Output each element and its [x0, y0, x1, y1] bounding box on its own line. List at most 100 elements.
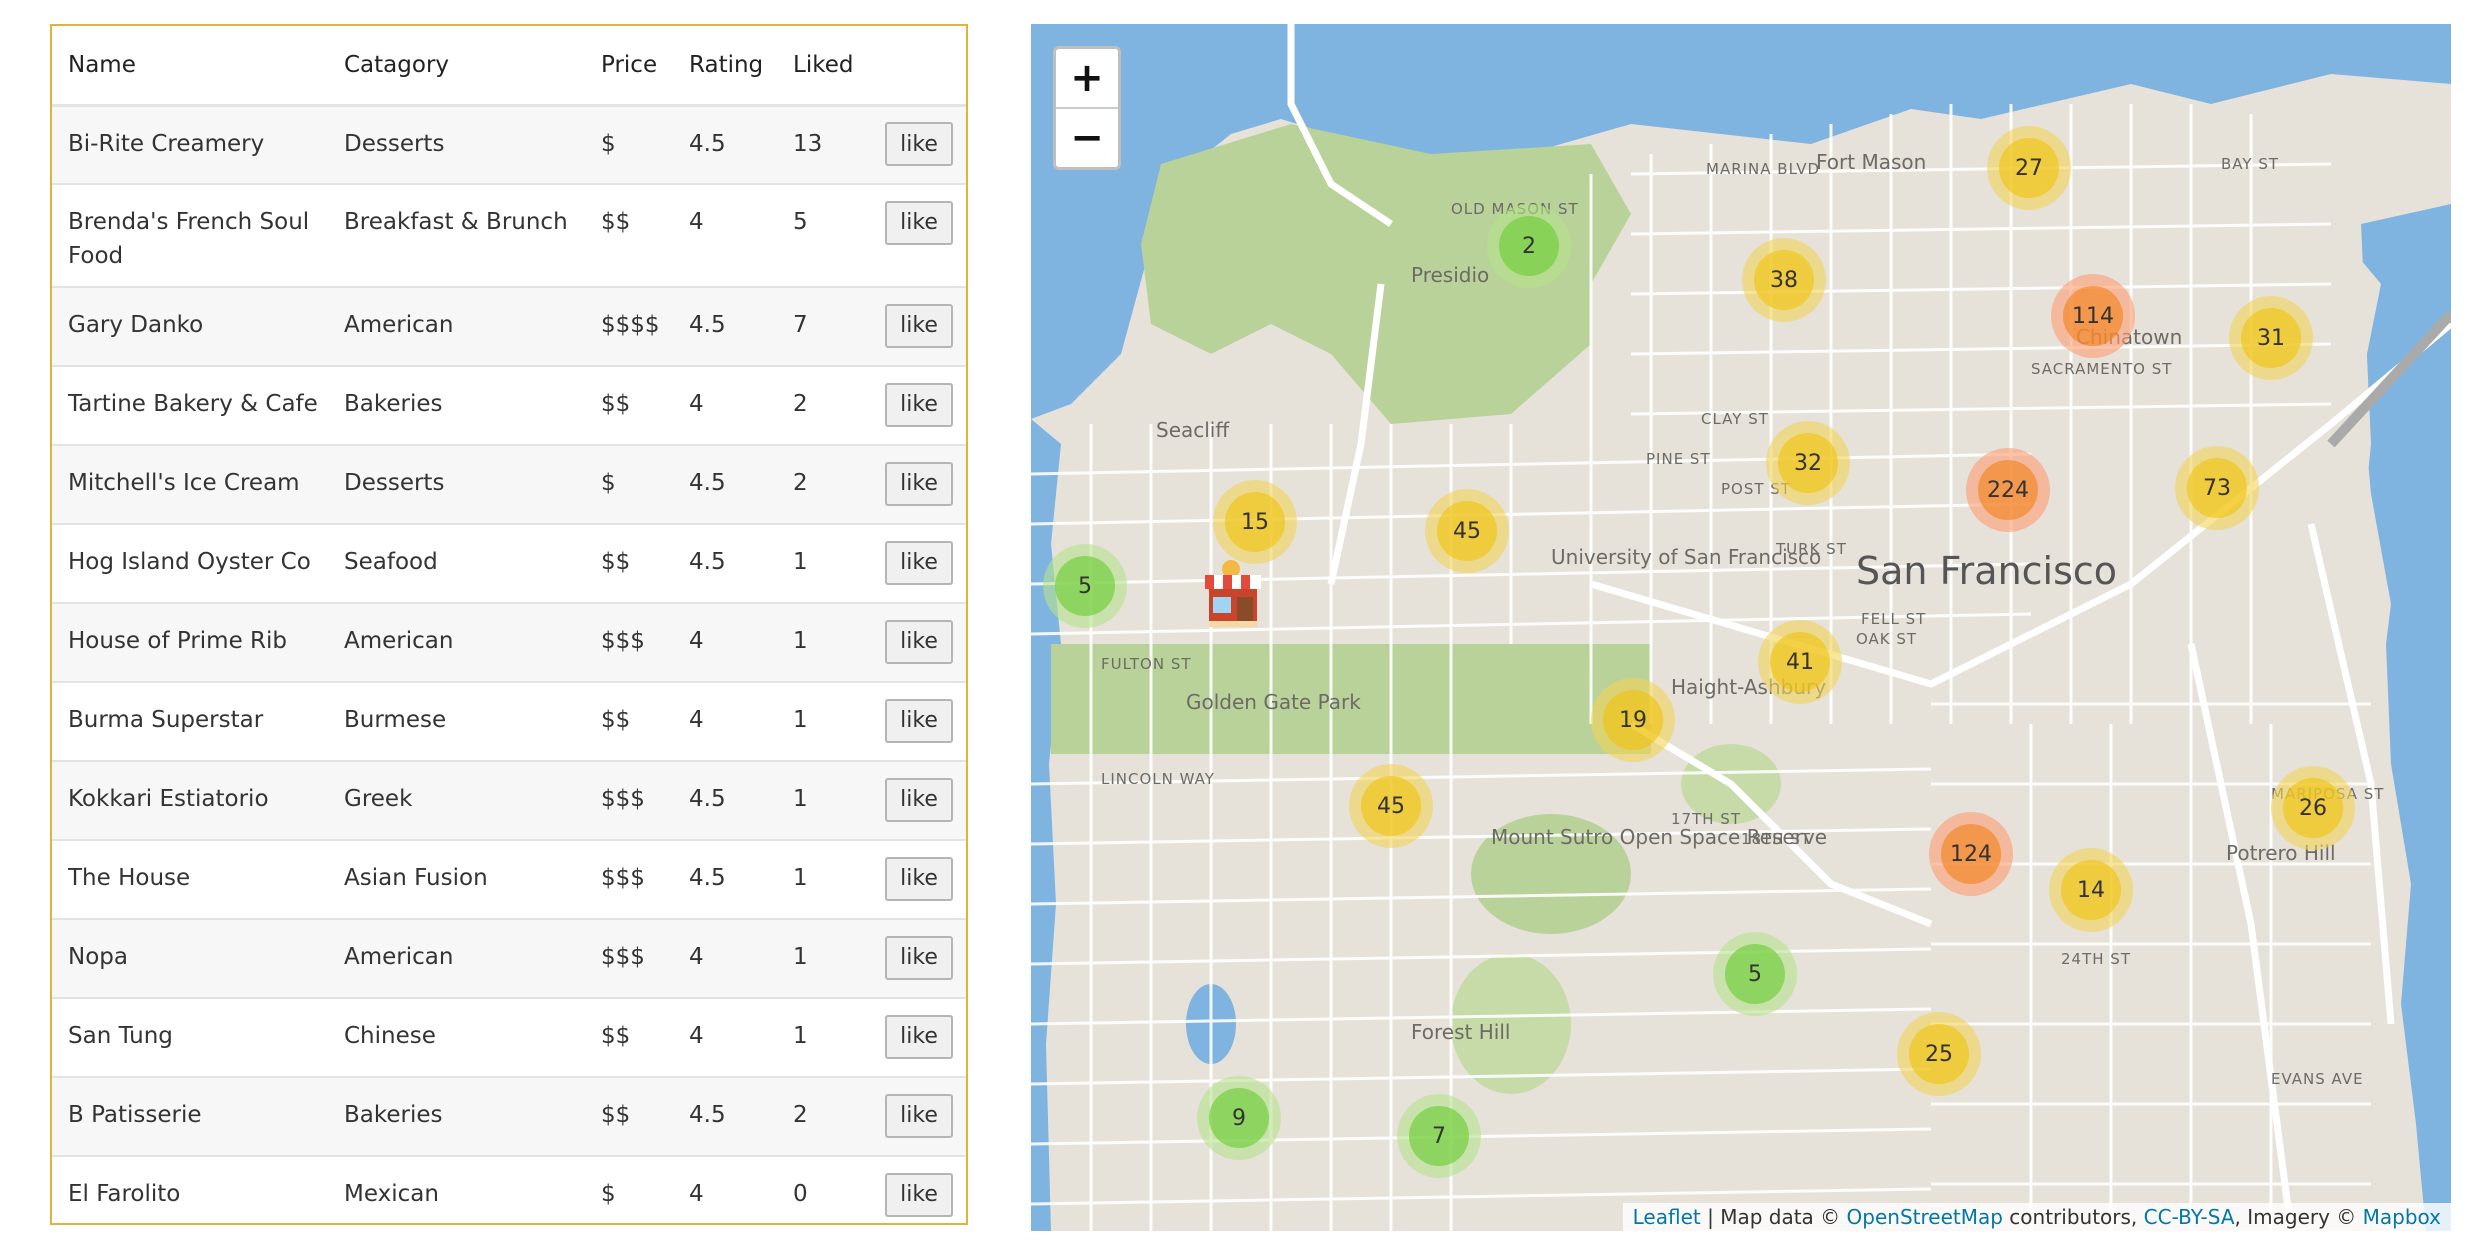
cell-category: American: [328, 287, 585, 367]
map-cluster[interactable]: 224: [1966, 448, 2050, 532]
like-button[interactable]: like: [885, 200, 953, 245]
cell-rating: 4: [673, 919, 777, 999]
map-cluster[interactable]: 38: [1742, 238, 1826, 322]
map-cluster[interactable]: 19: [1591, 678, 1675, 762]
map-cluster[interactable]: 32: [1766, 421, 1850, 505]
shop-marker-icon[interactable]: [1203, 559, 1263, 629]
map-cluster[interactable]: 25: [1897, 1012, 1981, 1096]
map-cluster[interactable]: 114: [2051, 274, 2135, 358]
cell-price: $$: [585, 998, 673, 1078]
restaurant-table-panel: Name Catagory Price Rating Liked Bi-Rite…: [50, 24, 968, 1225]
zoom-in-button[interactable]: +: [1056, 49, 1118, 107]
map-cluster[interactable]: 2: [1487, 204, 1571, 288]
cell-liked: 5: [777, 184, 869, 288]
cell-price: $: [585, 445, 673, 525]
cell-name: Kokkari Estiatorio: [52, 761, 328, 841]
zoom-out-button[interactable]: −: [1056, 107, 1118, 167]
cell-liked: 7: [777, 287, 869, 367]
map-cluster[interactable]: 31: [2229, 296, 2313, 380]
like-button[interactable]: like: [885, 619, 953, 664]
cell-price: $$$: [585, 603, 673, 683]
column-header-price[interactable]: Price: [585, 26, 673, 107]
map-cluster[interactable]: 45: [1349, 764, 1433, 848]
like-button[interactable]: like: [885, 382, 953, 427]
cell-name: Nopa: [52, 919, 328, 999]
like-button[interactable]: like: [885, 1172, 953, 1217]
cluster-count: 31: [2241, 308, 2301, 368]
column-header-category[interactable]: Catagory: [328, 26, 585, 107]
cell-rating: 4.5: [673, 287, 777, 367]
like-button[interactable]: like: [885, 935, 953, 980]
cell-rating: 4: [673, 184, 777, 288]
street-label: TURK ST: [1775, 540, 1847, 558]
cell-rating: 4.5: [673, 445, 777, 525]
like-button[interactable]: like: [885, 1014, 953, 1059]
cell-liked: 1: [777, 919, 869, 999]
like-button[interactable]: like: [885, 698, 953, 743]
like-button[interactable]: like: [885, 461, 953, 506]
map-cluster[interactable]: 45: [1425, 489, 1509, 573]
like-button[interactable]: like: [885, 777, 953, 822]
street-label: OAK ST: [1856, 630, 1917, 648]
cluster-count: 45: [1437, 501, 1497, 561]
map-cluster[interactable]: 9: [1197, 1076, 1281, 1160]
cell-category: Bakeries: [328, 366, 585, 446]
osm-link[interactable]: OpenStreetMap: [1847, 1205, 2003, 1229]
license-link[interactable]: CC-BY-SA: [2144, 1205, 2235, 1229]
map-cluster[interactable]: 15: [1213, 480, 1297, 564]
cell-price: $$: [585, 184, 673, 288]
cell-liked: 1: [777, 998, 869, 1078]
cell-action: like: [869, 761, 966, 841]
map-cluster[interactable]: 5: [1713, 932, 1797, 1016]
like-button[interactable]: like: [885, 303, 953, 348]
cluster-count: 14: [2061, 860, 2121, 920]
map-cluster[interactable]: 73: [2175, 446, 2259, 530]
table-row: Nopa American $$$ 4 1 like: [52, 919, 966, 999]
cell-category: Burmese: [328, 682, 585, 762]
cell-action: like: [869, 184, 966, 288]
cell-price: $$: [585, 366, 673, 446]
column-header-name[interactable]: Name: [52, 26, 328, 107]
zoom-control: + −: [1053, 46, 1121, 170]
cell-rating: 4.5: [673, 105, 777, 185]
map-cluster[interactable]: 7: [1397, 1094, 1481, 1178]
map-cluster[interactable]: 124: [1929, 812, 2013, 896]
cell-price: $$$: [585, 761, 673, 841]
map[interactable]: Fort Mason Presidio Seacliff University …: [1031, 24, 2451, 1231]
like-button[interactable]: like: [885, 122, 953, 166]
map-cluster[interactable]: 5: [1043, 544, 1127, 628]
cell-name: B Patisserie: [52, 1077, 328, 1157]
cluster-count: 7: [1409, 1106, 1469, 1166]
street-label: SACRAMENTO ST: [2031, 360, 2172, 378]
table-row: Tartine Bakery & Cafe Bakeries $$ 4 2 like: [52, 366, 966, 446]
cell-action: like: [869, 1156, 966, 1223]
map-cluster[interactable]: 14: [2049, 848, 2133, 932]
cell-category: Bakeries: [328, 1077, 585, 1157]
like-button[interactable]: like: [885, 1093, 953, 1138]
cluster-count: 114: [2063, 286, 2123, 346]
column-header-rating[interactable]: Rating: [673, 26, 777, 107]
table-row: Hog Island Oyster Co Seafood $$ 4.5 1 like: [52, 524, 966, 604]
map-cluster[interactable]: 26: [2271, 766, 2355, 850]
column-header-liked[interactable]: Liked: [777, 26, 869, 107]
cell-name: El Farolito: [52, 1156, 328, 1223]
cell-liked: 2: [777, 366, 869, 446]
leaflet-link[interactable]: Leaflet: [1633, 1205, 1701, 1229]
cell-price: $$$: [585, 840, 673, 920]
map-cluster[interactable]: 41: [1758, 620, 1842, 704]
map-cluster[interactable]: 27: [1987, 126, 2071, 210]
cell-liked: 1: [777, 761, 869, 841]
label-presidio: Presidio: [1411, 263, 1489, 287]
cluster-count: 45: [1361, 776, 1421, 836]
mapbox-link[interactable]: Mapbox: [2363, 1205, 2441, 1229]
cell-liked: 13: [777, 105, 869, 185]
cell-action: like: [869, 524, 966, 604]
cell-action: like: [869, 445, 966, 525]
cell-category: American: [328, 919, 585, 999]
like-button[interactable]: like: [885, 856, 953, 901]
cell-rating: 4: [673, 1156, 777, 1223]
cell-category: Seafood: [328, 524, 585, 604]
like-button[interactable]: like: [885, 540, 953, 585]
cell-category: Mexican: [328, 1156, 585, 1223]
cell-action: like: [869, 1077, 966, 1157]
